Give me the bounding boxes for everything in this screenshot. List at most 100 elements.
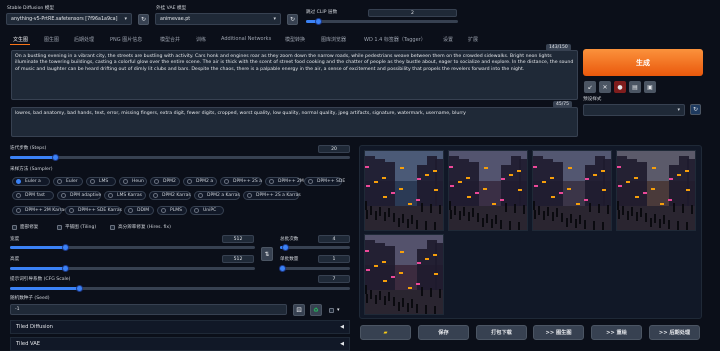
sampler-option[interactable]: DPM2 a Karras bbox=[194, 191, 240, 200]
sampler-option[interactable]: DPM2 bbox=[150, 177, 180, 186]
steps-slider[interactable] bbox=[10, 154, 350, 161]
sampler-option-label: DPM2 a Karras bbox=[207, 193, 240, 198]
chevron-down-icon: ▾ bbox=[124, 16, 127, 22]
height-slider[interactable] bbox=[10, 265, 255, 272]
cfg-slider[interactable] bbox=[10, 285, 350, 292]
zip-download-button[interactable]: 打包下载 bbox=[476, 325, 527, 340]
height-input[interactable]: 512 bbox=[222, 255, 254, 263]
sampler-option[interactable]: DPM2 a bbox=[183, 177, 217, 186]
negative-token-counter: 45/75 bbox=[553, 101, 572, 108]
sampler-option[interactable]: Euler bbox=[53, 177, 83, 186]
seed-input[interactable]: -1 bbox=[10, 304, 287, 315]
sampler-option[interactable]: PLMS bbox=[157, 206, 187, 215]
sampler-option-label: LMS Karras bbox=[117, 193, 143, 198]
clip-skip-input[interactable]: 2 bbox=[368, 9, 457, 17]
open-folder-button[interactable]: ▰ bbox=[360, 325, 411, 340]
tab-train[interactable]: 训练 bbox=[196, 36, 206, 43]
city-scene-image bbox=[449, 151, 527, 230]
sampler-option[interactable]: Euler a bbox=[12, 177, 50, 186]
face-restore-checkbox[interactable]: 面部修复 bbox=[12, 224, 38, 230]
dice-icon: ⚄ bbox=[296, 306, 302, 314]
chevron-down-icon: ▾ bbox=[337, 307, 340, 313]
generate-button[interactable]: 生成 bbox=[583, 49, 703, 76]
random-seed-button[interactable]: ⚄ bbox=[293, 304, 305, 316]
save-button[interactable]: 保存 bbox=[418, 325, 469, 340]
width-slider[interactable] bbox=[10, 244, 255, 251]
send-to-inpaint-button[interactable]: >> 重绘 bbox=[591, 325, 642, 340]
accordion-tiled-vae[interactable]: Tiled VAE ◀ bbox=[10, 337, 350, 351]
tab-png-info[interactable]: PNG 图片信息 bbox=[110, 36, 142, 43]
checkbox-box bbox=[329, 307, 334, 313]
batch-count-input[interactable]: 4 bbox=[318, 235, 350, 243]
sampler-option[interactable]: Heun bbox=[119, 177, 147, 186]
sampler-option[interactable]: LMS bbox=[86, 177, 116, 186]
tab-merge[interactable]: 模型合并 bbox=[160, 36, 180, 43]
sampler-option[interactable]: DPM++ 2S a bbox=[220, 177, 262, 186]
hires-fix-label: 高分辨率修复 (Hires. fix) bbox=[118, 225, 171, 230]
negative-prompt-textarea[interactable]: lowres, bad anatomy, bad hands, text, er… bbox=[11, 107, 578, 137]
gallery-thumbnail[interactable] bbox=[364, 150, 444, 231]
sampler-option[interactable]: LMS Karras bbox=[104, 191, 146, 200]
clear-prompt-button[interactable]: ✕ bbox=[599, 81, 611, 93]
show-extra-networks-button[interactable]: ● bbox=[614, 81, 626, 93]
tab-extras[interactable]: 后期处理 bbox=[74, 36, 94, 43]
tab-extensions[interactable]: 扩展 bbox=[468, 36, 478, 43]
sampler-option[interactable]: DPM fast bbox=[12, 191, 54, 200]
paste-style-button[interactable]: ▤ bbox=[629, 81, 641, 93]
gallery-thumbnail[interactable] bbox=[532, 150, 612, 231]
sampler-option[interactable]: DPM2 Karras bbox=[149, 191, 191, 200]
cfg-input[interactable]: 7 bbox=[318, 275, 350, 283]
sampler-option[interactable]: DPM++ 2M bbox=[265, 177, 304, 186]
width-input[interactable]: 512 bbox=[222, 235, 254, 243]
swap-dimensions-button[interactable]: ⇅ bbox=[261, 247, 273, 261]
send-to-extras-button[interactable]: >> 后期处理 bbox=[649, 325, 700, 340]
tab-img2img[interactable]: 图生图 bbox=[44, 36, 59, 43]
batch-size-input[interactable]: 1 bbox=[318, 255, 350, 263]
sampler-option[interactable]: UniPC bbox=[190, 206, 224, 215]
gallery-thumbnail[interactable] bbox=[616, 150, 696, 231]
tab-gallery[interactable]: 图库浏览器 bbox=[321, 36, 346, 43]
vae-select[interactable]: animevae.pt ▾ bbox=[155, 13, 281, 25]
send-to-img2img-button[interactable]: >> 图生图 bbox=[533, 325, 584, 340]
sampler-option[interactable]: DPM++ 2S a Karras bbox=[243, 191, 301, 200]
sampler-label: 采样方法 (Sampler) bbox=[10, 167, 53, 172]
refresh-icon: ↻ bbox=[140, 16, 147, 23]
gallery-thumbnail[interactable] bbox=[364, 234, 444, 315]
tab-tagger[interactable]: WD 1.4 标签器（Tagger） bbox=[364, 36, 426, 43]
tab-txt2img[interactable]: 文生图 bbox=[13, 36, 28, 43]
sampler-option-label: DPM++ 2M Karras bbox=[25, 208, 67, 213]
clip-skip-slider[interactable] bbox=[306, 18, 458, 25]
sampler-option[interactable]: DDIM bbox=[124, 206, 154, 215]
steps-input[interactable]: 20 bbox=[318, 145, 350, 153]
gallery-thumbnail[interactable] bbox=[448, 150, 528, 231]
face-restore-label: 面部修复 bbox=[20, 225, 39, 230]
tiling-checkbox[interactable]: 平铺图 (Tiling) bbox=[57, 224, 96, 230]
batch-size-slider[interactable] bbox=[279, 265, 350, 272]
sampler-option[interactable]: DPM++ SDE bbox=[304, 177, 345, 186]
sampler-option[interactable]: DPM adaptive bbox=[57, 191, 101, 200]
batch-count-label: 总批次数 bbox=[280, 237, 299, 242]
refresh-styles-button[interactable]: ↻ bbox=[690, 104, 701, 115]
trash-icon: ✕ bbox=[602, 83, 608, 91]
vae-label: 外挂 VAE 模型 bbox=[156, 6, 187, 11]
batch-count-slider[interactable] bbox=[280, 244, 350, 251]
reuse-seed-button[interactable]: ♻ bbox=[310, 304, 322, 316]
arrow-button[interactable]: ↙ bbox=[584, 81, 596, 93]
tab-convert[interactable]: 模型转换 bbox=[285, 36, 305, 43]
refresh-models-button[interactable]: ↻ bbox=[138, 14, 149, 25]
sampler-option[interactable]: DPM++ SDE Karras bbox=[65, 206, 122, 215]
save-style-button[interactable]: ▣ bbox=[644, 81, 656, 93]
checkbox-box bbox=[57, 224, 62, 230]
radio-dot bbox=[123, 179, 128, 184]
radio-dot bbox=[108, 193, 113, 198]
tab-settings[interactable]: 设置 bbox=[443, 36, 453, 43]
sampler-option[interactable]: DPM++ 2M Karras bbox=[12, 206, 67, 215]
accordion-tiled-diffusion[interactable]: Tiled Diffusion ◀ bbox=[10, 320, 350, 334]
extra-seed-checkbox[interactable]: ▾ bbox=[329, 307, 340, 313]
tab-additional-networks[interactable]: Additional Networks bbox=[221, 36, 271, 42]
hires-fix-checkbox[interactable]: 高分辨率修复 (Hires. fix) bbox=[110, 224, 171, 230]
sd-model-select[interactable]: anything-v5-PrtRE.safetensors [7f96a1a9c… bbox=[6, 13, 132, 25]
refresh-vae-button[interactable]: ↻ bbox=[287, 14, 298, 25]
styles-select[interactable]: ▾ bbox=[583, 104, 685, 116]
prompt-textarea[interactable]: On a bustling evening in a vibrant city,… bbox=[11, 50, 578, 100]
